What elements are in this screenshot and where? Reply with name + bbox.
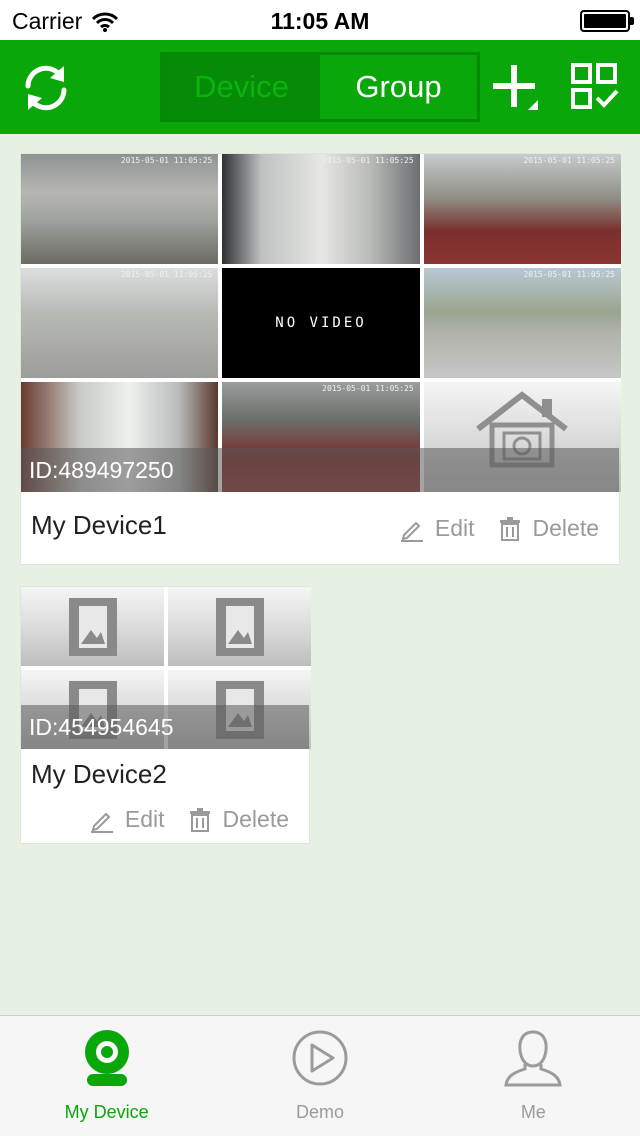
segment-device[interactable]: Device (163, 55, 320, 119)
scan-button[interactable] (570, 62, 620, 112)
status-bar: Carrier 11:05 AM (0, 0, 640, 40)
refresh-button[interactable] (20, 62, 72, 114)
qr-scan-icon (571, 63, 619, 109)
tab-demo[interactable]: Demo (213, 1016, 426, 1136)
device-id-label: ID:454954645 (21, 705, 309, 749)
view-segment-control: Device Group (160, 52, 480, 122)
edit-button[interactable]: Edit (399, 515, 475, 542)
nav-bar: Device Group (0, 40, 640, 134)
channel-timestamp: 2015-05-01 11:05:25 (322, 384, 414, 393)
device-card[interactable]: 2015-05-01 11:05:25 2015-05-01 11:05:25 … (20, 153, 621, 565)
delete-button[interactable]: Delete (187, 806, 289, 833)
person-icon (504, 1030, 562, 1087)
channel-preview[interactable]: NO VIDEO (222, 268, 420, 378)
channel-preview[interactable]: 2015-05-01 11:05:25 (21, 154, 219, 264)
device-actions: Edit Delete (399, 515, 599, 542)
device-name: My Device1 (31, 510, 167, 540)
channel-preview[interactable]: 2015-05-01 11:05:25 (21, 268, 219, 378)
device-actions: Edit Delete (89, 806, 289, 833)
device-card[interactable]: ID:454954645 My Device2 Edit Delete (20, 586, 311, 844)
tab-me[interactable]: Me (427, 1016, 640, 1136)
edit-button[interactable]: Edit (89, 806, 165, 833)
video-film-icon (215, 597, 264, 656)
trash-icon (499, 516, 520, 541)
add-device-button[interactable] (490, 62, 540, 112)
tab-label: My Device (64, 1102, 149, 1122)
trash-icon (189, 807, 210, 832)
delete-label: Delete (532, 515, 599, 541)
no-video-label: NO VIDEO (275, 315, 367, 331)
webcam-icon (84, 1030, 129, 1086)
video-film-icon (68, 597, 117, 656)
pencil-icon (400, 521, 423, 542)
device-name: My Device2 (31, 759, 167, 789)
channel-timestamp: 2015-05-01 11:05:25 (120, 270, 213, 279)
delete-button[interactable]: Delete (497, 515, 599, 542)
device-id-label: ID:489497250 (21, 448, 619, 492)
status-time: 11:05 AM (270, 8, 370, 34)
channel-preview[interactable]: 2015-05-01 11:05:25 (423, 154, 621, 264)
play-circle-icon (292, 1030, 348, 1086)
tab-label: Me (520, 1102, 546, 1122)
channel-timestamp: 2015-05-01 11:05:25 (523, 270, 615, 279)
add-icon (493, 65, 538, 110)
delete-label: Delete (222, 806, 289, 832)
edit-label: Edit (124, 806, 165, 832)
pencil-icon (90, 812, 113, 833)
channel-preview[interactable]: 2015-05-01 11:05:25 (222, 154, 420, 264)
edit-label: Edit (434, 515, 475, 541)
tab-label: Demo (295, 1102, 344, 1122)
refresh-icon (25, 65, 67, 111)
channel-preview[interactable]: 2015-05-01 11:05:25 (423, 268, 621, 378)
channel-timestamp: 2015-05-01 11:05:25 (322, 156, 414, 165)
segment-group[interactable]: Group (320, 55, 477, 119)
channel-timestamp: 2015-05-01 11:05:25 (120, 156, 213, 165)
tab-my-device[interactable]: My Device (0, 1016, 213, 1136)
tab-bar: My Device Demo Me (0, 1015, 640, 1136)
channel-timestamp: 2015-05-01 11:05:25 (523, 156, 615, 165)
channel-grid[interactable]: 2015-05-01 11:05:25 2015-05-01 11:05:25 … (21, 154, 621, 492)
channel-placeholder[interactable] (21, 587, 164, 666)
battery-icon (580, 10, 634, 32)
channel-placeholder[interactable] (168, 587, 311, 666)
